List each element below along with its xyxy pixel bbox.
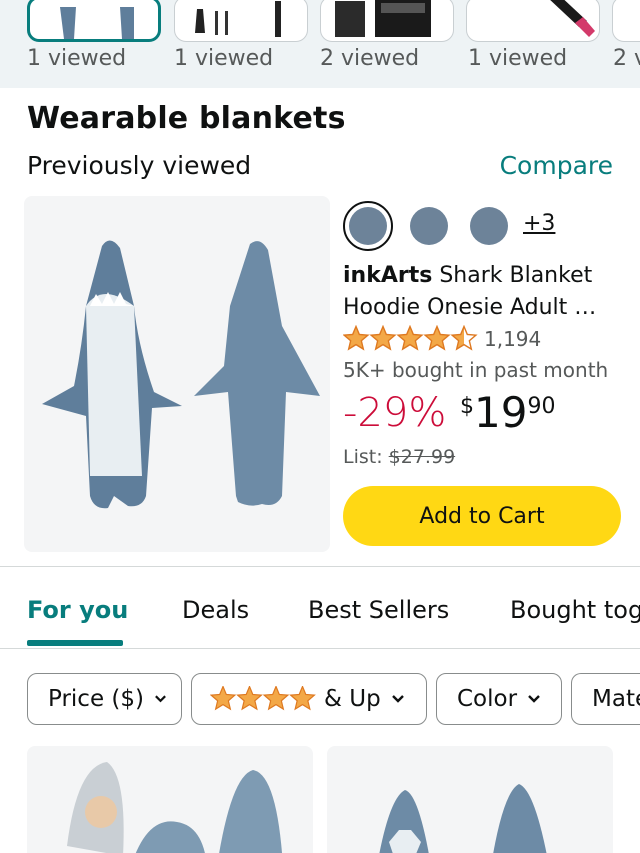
list-price-label: List: [343, 446, 383, 468]
shark-blanket-image-icon [42, 240, 320, 509]
tab-deals[interactable]: Deals [182, 596, 249, 624]
rating-star-icon [396, 325, 424, 351]
price-filter-label: Price ($) [48, 686, 144, 712]
color-swatch[interactable] [470, 207, 508, 245]
brush-thumbnail-icon [550, 0, 595, 37]
price-fraction: 90 [527, 394, 556, 419]
chevron-down-icon [155, 695, 166, 703]
viewed-count-label: 1 viewed [468, 46, 568, 71]
viewed-thumb-1[interactable] [27, 0, 161, 42]
shark-blanket-tile-image-icon [67, 762, 282, 853]
divider [0, 648, 640, 649]
viewed-count-label: 2 v [613, 46, 640, 71]
four-stars-icon [210, 686, 316, 711]
active-tab-indicator [27, 640, 123, 646]
price-filter-button[interactable]: Price ($) [27, 673, 182, 725]
material-filter-button[interactable]: Mate [571, 673, 640, 725]
color-filter-button[interactable]: Color [436, 673, 562, 725]
rating-stars-icon[interactable] [343, 325, 479, 353]
tab-for-you[interactable]: For you [27, 596, 128, 624]
product-brand: inkArts [343, 263, 433, 288]
tools-thumbnail-icon [195, 1, 281, 37]
color-filter-label: Color [457, 686, 518, 712]
product-price: $1990 [460, 388, 555, 437]
color-swatch[interactable] [410, 207, 448, 245]
rating-star-icon [450, 325, 478, 351]
rating-star-icon [343, 325, 370, 351]
tab-bought-together[interactable]: Bought tog [510, 596, 640, 624]
viewed-thumb-5[interactable] [612, 0, 640, 42]
product-title-line2: Hoodie Onesie Adult … [343, 295, 597, 320]
product-tile[interactable] [327, 746, 613, 853]
color-swatch[interactable] [349, 207, 387, 245]
price-symbol: $ [460, 394, 474, 419]
rating-star-icon [423, 325, 451, 351]
box-product-thumbnail-icon [335, 0, 431, 37]
filter-star-icon [236, 686, 263, 711]
viewed-thumb-2[interactable] [174, 0, 308, 42]
price-whole: 19 [474, 388, 528, 437]
add-to-cart-button[interactable]: Add to Cart [343, 486, 621, 546]
rating-filter-label: & Up [324, 686, 381, 712]
viewed-count-label: 1 viewed [174, 46, 274, 71]
shark-blanket-thumbnail-icon [60, 7, 134, 39]
viewed-count-label: 2 viewed [320, 46, 420, 71]
product-tile[interactable] [27, 746, 313, 853]
chevron-down-icon [391, 695, 404, 703]
viewed-thumb-4[interactable] [466, 0, 600, 42]
discount-percentage: -29% [343, 390, 447, 436]
bought-in-past-month: 5K+ bought in past month [343, 358, 609, 382]
section-title: Wearable blankets [27, 101, 346, 136]
viewed-count-label: 1 viewed [27, 46, 127, 71]
product-title[interactable]: inkArts Shark Blanket Hoodie Onesie Adul… [343, 260, 623, 324]
recently-viewed-strip: 1 viewed 1 viewed 2 viewed 1 viewed 2 v [0, 0, 640, 88]
previously-viewed-label: Previously viewed [27, 151, 252, 180]
filter-star-icon [289, 686, 316, 711]
rating-count[interactable]: 1,194 [484, 327, 541, 351]
tab-best-sellers[interactable]: Best Sellers [308, 596, 449, 624]
list-price-value: $27.99 [388, 446, 456, 468]
rating-star-icon [369, 325, 397, 351]
material-filter-label: Mate [592, 686, 640, 712]
filter-star-icon [210, 686, 237, 711]
chevron-down-icon [528, 695, 540, 703]
divider [0, 566, 640, 567]
filter-star-icon [262, 686, 290, 711]
viewed-thumb-3[interactable] [320, 0, 454, 42]
shark-blanket-tile-image-icon [379, 784, 547, 853]
product-image[interactable] [24, 196, 330, 552]
product-title-text: Shark Blanket [432, 263, 593, 288]
list-price: List: $27.99 [343, 446, 455, 468]
rating-filter-button[interactable]: & Up [191, 673, 427, 725]
more-swatches-link[interactable]: +3 [523, 211, 555, 236]
compare-link[interactable]: Compare [500, 151, 613, 180]
